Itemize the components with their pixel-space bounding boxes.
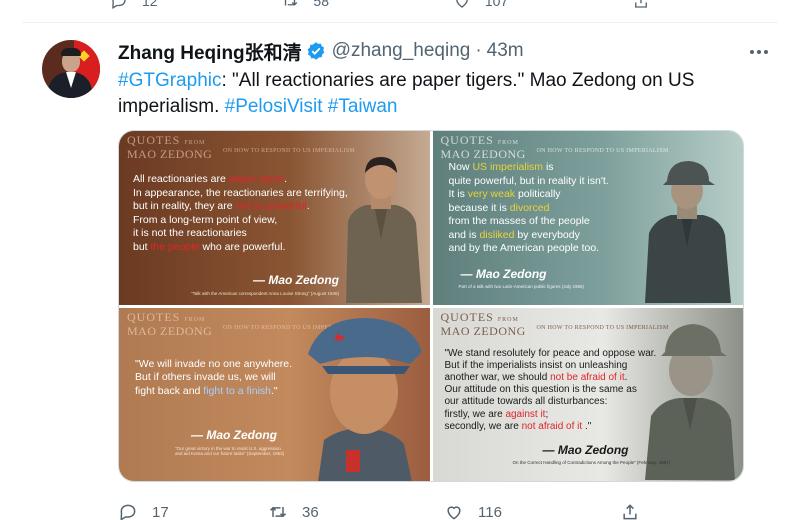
retweet-count: 36 <box>302 503 319 520</box>
hashtag-gtgraphic[interactable]: #GTGraphic <box>118 70 221 91</box>
share-button[interactable] <box>620 502 640 520</box>
media-image-4[interactable]: QUOTES FROM MAO ZEDONG ON HOW TO RESPOND… <box>432 307 743 481</box>
hashtag-pelosivisit[interactable]: #PelosiVisit <box>225 96 323 117</box>
like-count: 116 <box>478 503 502 520</box>
mao-portrait-figure <box>645 161 731 303</box>
quotes-brand: QUOTES FROM MAO ZEDONG ON HOW TO RESPOND… <box>127 133 355 161</box>
like-button[interactable]: 116 <box>444 502 620 520</box>
media-grid: QUOTES FROM MAO ZEDONG ON HOW TO RESPOND… <box>118 130 744 482</box>
media-image-2[interactable]: QUOTES FROM MAO ZEDONG ON HOW TO RESPOND… <box>432 131 743 305</box>
quote-author: — Mao Zedong <box>191 427 277 442</box>
reply-button[interactable]: 17 <box>118 502 268 520</box>
more-options-icon[interactable] <box>744 42 774 62</box>
hashtag-taiwan[interactable]: #Taiwan <box>328 96 398 117</box>
heart-icon <box>447 506 461 520</box>
mao-portrait-figure <box>345 157 422 303</box>
quote-source: Part of a talk with two Latin-American p… <box>458 284 585 289</box>
tweet-text: #GTGraphic: "All reactionaries are paper… <box>118 68 758 120</box>
media-image-1[interactable]: QUOTES FROM MAO ZEDONG ON HOW TO RESPOND… <box>119 131 430 305</box>
tweet-header: Zhang Heqing张和清 @zhang_heqing · 43m <box>118 38 768 65</box>
quotes-brand: QUOTES FROM MAO ZEDONG ON HOW TO RESPOND… <box>440 309 669 338</box>
prev-retweet-count: 58 <box>313 0 329 9</box>
quote-author: — Mao Zedong <box>460 267 547 281</box>
share-icon <box>623 504 637 520</box>
quote-source: "Talk with the American correspondent An… <box>191 291 340 296</box>
author-name[interactable]: Zhang Heqing张和清 <box>118 38 302 65</box>
share-icon <box>635 0 647 8</box>
tweet-actions: 17 36 116 <box>118 502 678 520</box>
quote-source: On the Correct Handling of Contradiction… <box>512 459 671 465</box>
reply-icon <box>112 0 126 9</box>
quote-text: "We stand resolutely for peace and oppos… <box>444 347 657 432</box>
mao-portrait-figure <box>645 323 735 480</box>
prev-share-action[interactable] <box>632 0 650 10</box>
retweet-icon <box>269 506 287 518</box>
media-image-3[interactable]: QUOTES FROM MAO ZEDONG ON HOW TO RESPOND… <box>119 307 430 481</box>
verified-badge-icon <box>307 42 324 60</box>
mao-portrait-figure <box>307 317 422 481</box>
tweet-divider <box>22 22 778 23</box>
prev-reply-count: 12 <box>142 0 158 9</box>
tweet[interactable]: Zhang Heqing张和清 @zhang_heqing · 43m #GTG… <box>22 32 778 520</box>
separator-dot: · <box>475 40 482 61</box>
prev-like-count: 107 <box>484 0 509 9</box>
author-handle[interactable]: @zhang_heqing <box>332 40 471 62</box>
quote-text: All reactionaries are paper tigers. In a… <box>133 173 348 253</box>
tweet-timestamp[interactable]: 43m <box>487 40 524 62</box>
tweet-content: Zhang Heqing张和清 @zhang_heqing · 43m #GTG… <box>118 38 768 120</box>
retweet-button[interactable]: 36 <box>268 502 444 520</box>
quote-author: — Mao Zedong <box>253 273 339 287</box>
quotes-brand: QUOTES FROM MAO ZEDONG ON HOW TO RESPOND… <box>440 133 669 161</box>
prev-retweet-action[interactable]: 58 <box>281 0 329 10</box>
avatar[interactable] <box>42 40 100 98</box>
quote-author: — Mao Zedong <box>542 442 629 457</box>
previous-tweet-actions: 12 58 107 <box>110 0 650 10</box>
reply-icon <box>120 504 136 520</box>
quote-source: "Our great victory in the war to resist … <box>175 445 285 456</box>
quote-text: Now US imperialism is quite powerful, bu… <box>448 161 609 254</box>
prev-reply-action[interactable]: 12 <box>110 0 158 10</box>
retweet-icon <box>285 0 298 6</box>
quotes-brand: QUOTES FROM MAO ZEDONG ON HOW TO RESPOND… <box>127 309 355 338</box>
quote-text: "We will invade no one anywhere. But if … <box>135 357 293 397</box>
prev-like-action[interactable]: 107 <box>453 0 508 10</box>
heart-icon <box>455 0 468 8</box>
reply-count: 17 <box>152 503 169 520</box>
